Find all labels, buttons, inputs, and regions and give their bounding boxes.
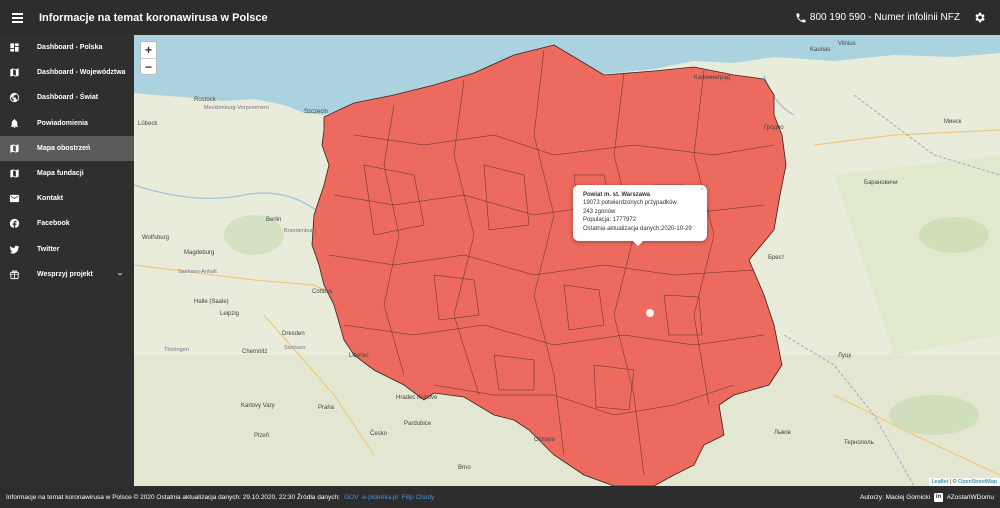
- sidebar-item-mapa-obostrzen[interactable]: Mapa obostrzeń: [0, 135, 134, 161]
- popup-title: Powiat m. st. Warszawa: [583, 192, 651, 198]
- zoom-in-button[interactable]: +: [141, 42, 156, 58]
- osm-link[interactable]: OpenStreetMap: [958, 479, 997, 485]
- map-label-szczecin: Szczecin: [304, 109, 329, 115]
- map-label-thuringen: Thüringen: [164, 347, 189, 353]
- sidebar-item-mapa-fundacji[interactable]: Mapa fundacji: [0, 161, 134, 186]
- map-attribution: Leaflet | © OpenStreetMap: [928, 478, 1000, 486]
- map-label-karlovy: Karlovy Vary: [241, 403, 275, 409]
- map-label-ostrava: Ostrava: [534, 437, 556, 443]
- globe-icon: [9, 92, 20, 103]
- hamburger-menu-icon[interactable]: [2, 0, 32, 35]
- sidebar: Dashboard - Polska Dashboard - Województ…: [0, 35, 134, 486]
- hotline: 800 190 590 - Numer infolinii NFZ: [795, 0, 960, 35]
- map-label-rostock: Rostock: [194, 97, 216, 103]
- sidebar-item-label: Mapa fundacji: [37, 170, 84, 178]
- map-label-lubeck: Lübeck: [138, 121, 158, 127]
- sidebar-item-label: Powiadomienia: [37, 119, 88, 127]
- page-title: Informacje na temat koronawirusa w Polsc…: [39, 11, 268, 24]
- map-label-ternopil: Тернополь: [844, 440, 874, 446]
- map-label-praha: Praha: [318, 405, 335, 411]
- map-label-dresden: Dresden: [282, 331, 305, 337]
- map-label-vilnius: Vilnius: [838, 41, 856, 47]
- map-label-sachsen-anhalt: Sachsen-Anhalt: [178, 269, 217, 275]
- bell-icon: [9, 118, 20, 129]
- gift-icon: [9, 269, 20, 280]
- sidebar-item-label: Twitter: [37, 245, 60, 253]
- sidebar-item-label: Mapa obostrzeń: [37, 144, 91, 152]
- source-link-epidemia[interactable]: e-pidemia.pl: [362, 494, 397, 501]
- map-label-kaunas: Kaunas: [810, 47, 831, 53]
- popup-population: Populacja: 1777972: [583, 217, 637, 224]
- map-label-chemnitz: Chemnitz: [242, 349, 268, 355]
- sidebar-item-wesprzyj-projekt[interactable]: Wesprzyj projekt: [0, 262, 134, 287]
- map-icon: [9, 67, 20, 78]
- settings-gear-icon[interactable]: [973, 11, 986, 24]
- leaflet-link[interactable]: Leaflet: [932, 479, 949, 485]
- map-label-kaliningrad: Калининград: [694, 75, 731, 81]
- app-header: Informacje na temat koronawirusa w Polsc…: [0, 0, 1000, 35]
- hotline-text: 800 190 590 - Numer infolinii NFZ: [809, 12, 960, 23]
- map-label-brandenburg: Brandenburg: [284, 228, 316, 234]
- map-label-pardubice: Pardubice: [404, 421, 432, 427]
- footer-text: Informacje na temat koronawirusa w Polsc…: [6, 493, 340, 501]
- footer-right: Autorzy: Maciej Górnicki in #ZostańWDomu: [859, 492, 994, 502]
- zoom-control: + −: [140, 41, 157, 75]
- map-label-lviv: Львов: [774, 430, 791, 436]
- zoom-out-button[interactable]: −: [141, 58, 156, 74]
- popup-last-update: Ostatnia aktualizacja danych:2020-10-29: [583, 225, 692, 232]
- sidebar-item-facebook[interactable]: Facebook: [0, 211, 134, 236]
- map-label-sachsen: Sachsen: [284, 345, 306, 351]
- sidebar-item-label: Facebook: [37, 220, 70, 228]
- twitter-icon: [9, 244, 20, 255]
- map-icon: [9, 168, 20, 179]
- map-label-cesko: Česko: [370, 431, 388, 437]
- mail-icon: [9, 193, 20, 204]
- sidebar-item-label: Dashboard - Świat: [37, 94, 99, 102]
- sidebar-item-label: Kontakt: [37, 195, 64, 203]
- map-label-halle: Halle (Saale): [194, 299, 229, 305]
- footer-authors: Autorzy: Maciej Górnicki: [859, 493, 931, 501]
- dashboard-icon: [9, 42, 20, 53]
- map-basemap: [134, 35, 1000, 486]
- map-label-wolfsburg: Wolfsburg: [142, 235, 169, 241]
- footer: Informacje na temat koronawirusa w Polsc…: [0, 486, 1000, 508]
- linkedin-icon[interactable]: in: [934, 492, 944, 502]
- chevron-down-icon[interactable]: [116, 270, 124, 278]
- sidebar-item-label: Dashboard - Polska: [37, 44, 103, 52]
- map-label-minsk: Минск: [944, 119, 962, 125]
- sidebar-item-kontakt[interactable]: Kontakt: [0, 186, 134, 211]
- restrictions-map[interactable]: + − Rostock Lübeck Mecklenburg-Vorpommer…: [134, 35, 1000, 486]
- source-link-filip-chudy[interactable]: Filip Chudy: [402, 494, 435, 501]
- sidebar-item-dashboard-polska[interactable]: Dashboard - Polska: [0, 35, 134, 60]
- sidebar-item-twitter[interactable]: Twitter: [0, 237, 134, 262]
- map-label-brno: Brno: [458, 465, 471, 471]
- sidebar-item-dashboard-wojewodztwa[interactable]: Dashboard - Województwa: [0, 60, 134, 85]
- sidebar-item-label: Dashboard - Województwa: [37, 69, 126, 77]
- sidebar-item-dashboard-swiat[interactable]: Dashboard - Świat: [0, 85, 134, 110]
- map-label-brest: Брест: [768, 255, 785, 261]
- popup-cases: 19073 potwierdzonych przypadków: [583, 200, 677, 207]
- map-label-leipzig: Leipzig: [220, 311, 240, 317]
- map-label-baranovichi: Барановичи: [864, 180, 898, 186]
- attribution-separator: | ©: [948, 479, 959, 485]
- phone-icon: [796, 13, 806, 22]
- map-label-grodno: Гродно: [764, 125, 784, 131]
- map-label-magdeburg: Magdeburg: [184, 250, 215, 256]
- map-icon: [9, 143, 20, 154]
- powiat-popup: × Powiat m. st. Warszawa 19073 potwierdz…: [573, 185, 707, 246]
- map-label-hradec: Hradec Králové: [396, 395, 438, 401]
- map-label-liberec: Liberec: [349, 353, 369, 359]
- map-label-berlin: Berlin: [266, 217, 282, 223]
- footer-hashtag: #ZostańWDomu: [947, 493, 994, 501]
- map-label-plzen: Plzeň: [254, 433, 270, 439]
- map-label-mecklenburg: Mecklenburg-Vorpommern: [204, 105, 269, 111]
- sidebar-item-powiadomienia[interactable]: Powiadomienia: [0, 111, 134, 136]
- facebook-icon: [9, 218, 20, 229]
- source-link-gov[interactable]: GOV: [344, 494, 358, 501]
- map-label-lutsk: Луцк: [838, 353, 852, 359]
- map-label-cottbus: Cottbus: [312, 289, 333, 295]
- sidebar-item-label: Wesprzyj projekt: [37, 270, 93, 278]
- popup-deaths: 243 zgonów: [583, 208, 616, 215]
- popup-close-icon[interactable]: ×: [700, 186, 704, 194]
